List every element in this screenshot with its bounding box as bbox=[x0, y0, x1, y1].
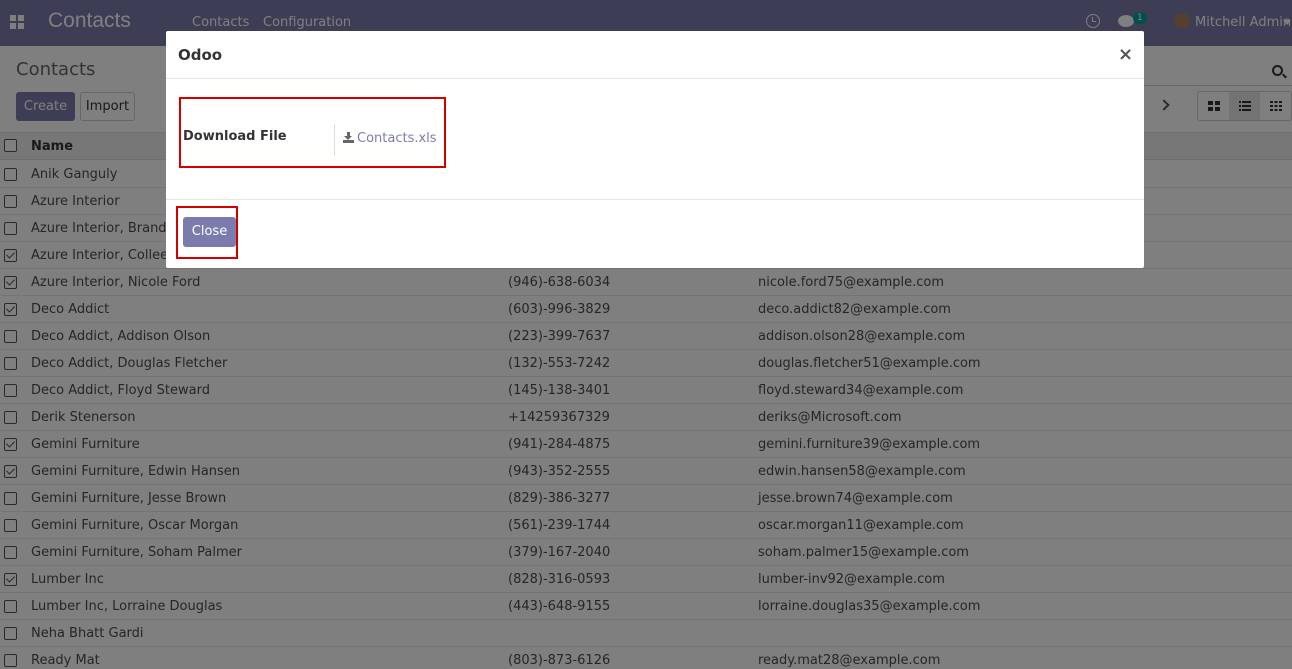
modal-header: Odoo × bbox=[166, 31, 1144, 79]
field-separator bbox=[334, 124, 335, 156]
modal-body: Download File Contacts.xls bbox=[166, 79, 1144, 199]
download-icon[interactable] bbox=[343, 132, 354, 143]
download-file-link[interactable]: Contacts.xls bbox=[357, 131, 437, 146]
close-button[interactable]: Close bbox=[183, 217, 236, 247]
download-file-label: Download File bbox=[183, 129, 287, 144]
download-dialog: Odoo × Download File Contacts.xls Close bbox=[166, 31, 1144, 268]
close-button-highlight: Close bbox=[176, 206, 238, 259]
modal-title: Odoo bbox=[178, 46, 223, 64]
download-field-highlight: Download File Contacts.xls bbox=[179, 97, 446, 168]
modal-footer: Close bbox=[166, 199, 1144, 268]
close-icon[interactable]: × bbox=[1118, 44, 1133, 65]
